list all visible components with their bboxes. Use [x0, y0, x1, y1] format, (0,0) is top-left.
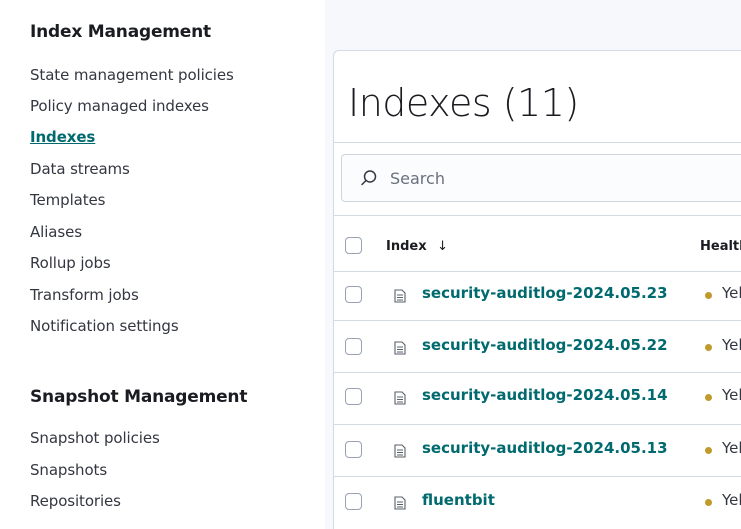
index-link[interactable]: security-auditlog-2024.05.13	[422, 439, 668, 457]
table-row: security-auditlog-2024.05.14 Yellow	[334, 377, 741, 415]
column-header-index-label: Index	[386, 239, 427, 254]
health-status-dot	[705, 344, 712, 351]
arrow-down-icon: ↓	[437, 239, 449, 254]
page-title: Indexes (11)	[348, 81, 579, 125]
row-divider	[334, 320, 741, 321]
row-checkbox[interactable]	[345, 441, 362, 458]
sidebar-item-indexes[interactable]: Indexes	[30, 128, 95, 146]
row-divider	[334, 372, 741, 373]
row-checkbox[interactable]	[345, 286, 362, 303]
table-row: fluentbit Yellow	[334, 482, 741, 520]
sidebar-item-repositories[interactable]: Repositories	[30, 492, 121, 510]
health-status-dot	[705, 394, 712, 401]
indexes-panel: Indexes (11) Index ↓ Health	[333, 50, 741, 529]
sidebar-item-state-management-policies[interactable]: State management policies	[30, 66, 234, 84]
search-divider	[334, 215, 741, 216]
index-link[interactable]: security-auditlog-2024.05.14	[422, 386, 668, 404]
select-all-checkbox[interactable]	[345, 237, 362, 254]
column-header-health[interactable]: Health	[700, 239, 741, 254]
snapshot-management-heading: Snapshot Management	[30, 387, 248, 407]
sidebar-item-templates[interactable]: Templates	[30, 191, 105, 209]
sidebar-item-aliases[interactable]: Aliases	[30, 223, 82, 241]
health-status-text: Yellow	[722, 386, 741, 404]
table-row: security-auditlog-2024.05.13 Yellow	[334, 430, 741, 468]
index-management-page: Index Management State management polici…	[0, 0, 741, 529]
sidebar-item-rollup-jobs[interactable]: Rollup jobs	[30, 254, 111, 272]
health-status-text: Yellow	[722, 284, 741, 302]
health-status-text: Yellow	[722, 491, 741, 509]
row-checkbox[interactable]	[345, 493, 362, 510]
document-icon	[394, 341, 406, 355]
row-divider	[334, 476, 741, 477]
index-link[interactable]: security-auditlog-2024.05.23	[422, 284, 668, 302]
table-row: security-auditlog-2024.05.22 Yellow	[334, 327, 741, 365]
health-status-text: Yellow	[722, 336, 741, 354]
document-icon	[394, 444, 406, 458]
sidebar-item-transform-jobs[interactable]: Transform jobs	[30, 286, 139, 304]
column-header-index[interactable]: Index ↓	[386, 239, 448, 254]
index-management-heading: Index Management	[30, 22, 211, 42]
health-status-text: Yellow	[722, 439, 741, 457]
health-status-dot	[705, 499, 712, 506]
index-link[interactable]: security-auditlog-2024.05.22	[422, 336, 668, 354]
search-icon	[361, 170, 377, 186]
row-divider	[334, 424, 741, 425]
row-checkbox[interactable]	[345, 338, 362, 355]
document-icon	[394, 289, 406, 303]
sidebar-item-policy-managed-indexes[interactable]: Policy managed indexes	[30, 97, 209, 115]
sidebar-item-notification-settings[interactable]: Notification settings	[30, 317, 179, 335]
search-input[interactable]	[390, 166, 690, 190]
sidebar-item-snapshots[interactable]: Snapshots	[30, 461, 107, 479]
title-divider	[334, 142, 741, 143]
header-divider	[334, 271, 741, 272]
search-box[interactable]	[341, 154, 741, 202]
health-status-dot	[705, 292, 712, 299]
health-status-dot	[705, 447, 712, 454]
document-icon	[394, 391, 406, 405]
table-row: security-auditlog-2024.05.23 Yellow	[334, 275, 741, 313]
sidebar-item-data-streams[interactable]: Data streams	[30, 160, 130, 178]
sidebar-nav: Index Management State management polici…	[0, 0, 325, 529]
sidebar-item-snapshot-policies[interactable]: Snapshot policies	[30, 429, 160, 447]
row-checkbox[interactable]	[345, 388, 362, 405]
document-icon	[394, 496, 406, 510]
index-link[interactable]: fluentbit	[422, 491, 495, 509]
